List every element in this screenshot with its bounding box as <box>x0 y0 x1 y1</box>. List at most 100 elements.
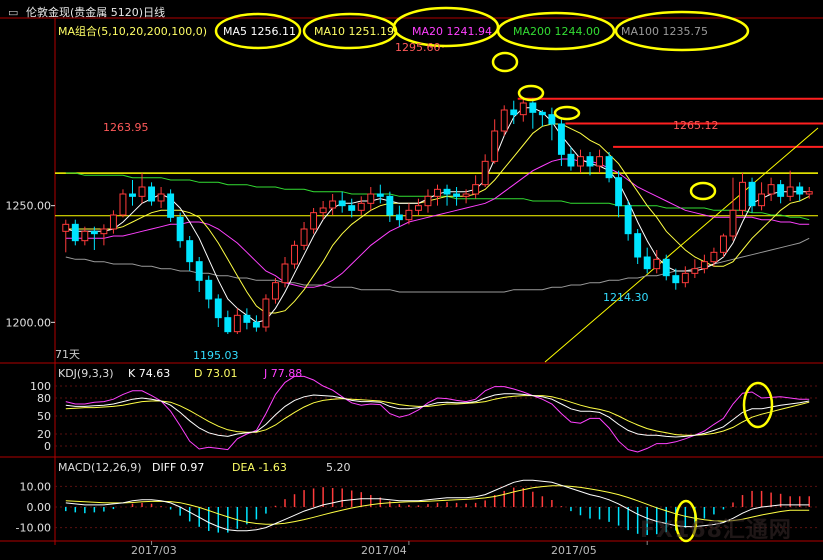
candle-up <box>577 156 584 167</box>
candle-down <box>386 195 394 216</box>
high-marker-label: 1295.60 <box>395 41 441 54</box>
candle-up <box>700 261 708 270</box>
candle-down <box>195 261 203 281</box>
x-tick-label: 2017/03 <box>131 544 177 557</box>
x-tick-label: 2017/04 <box>361 544 407 557</box>
candle-up <box>367 193 375 204</box>
candle-up <box>424 195 432 207</box>
chart-canvas: 1250.001200.00100805020010.000.00-10.00 <box>0 6 823 545</box>
ma10-legend: MA10 1251.19 <box>314 25 394 38</box>
candle-down <box>376 193 384 197</box>
candle-up <box>462 193 470 197</box>
macd-tick-label: 0.00 <box>27 501 52 514</box>
candle-down <box>338 200 346 207</box>
candle-down <box>205 279 213 300</box>
window-title: 伦敦金现(贵金属 5120)日线 <box>26 6 166 19</box>
highlight-ellipse-cross <box>689 181 717 201</box>
candle-up <box>291 244 298 265</box>
candle-up <box>81 230 89 242</box>
candle-down <box>186 240 194 263</box>
candle-up <box>500 109 508 132</box>
trend-line <box>544 127 819 363</box>
watermark: FX168汇通网 <box>640 518 792 543</box>
left-high-label: 1263.95 <box>103 121 149 134</box>
ma-group-label[interactable]: MA组合(5,10,20,200,100,0) <box>58 25 207 38</box>
candle-up <box>119 193 127 216</box>
price-tick-label: 1250.00 <box>6 200 52 213</box>
macd-tick-label: 10.00 <box>20 480 52 493</box>
candle-down <box>796 186 804 195</box>
kdj-d-line <box>65 395 810 436</box>
candle-up <box>786 186 794 197</box>
candle-up <box>691 268 699 274</box>
candle-down <box>586 156 594 167</box>
candle-up <box>758 193 766 207</box>
candle-up <box>739 181 746 211</box>
candle-down <box>252 321 260 328</box>
candle-up <box>62 223 70 232</box>
right-high-label: 1265.12 <box>673 119 719 132</box>
right-low-label: 1214.30 <box>603 291 649 304</box>
candle-down <box>567 153 575 167</box>
candle-up <box>729 209 737 237</box>
days-label: 71天 <box>55 348 80 361</box>
candle-down <box>90 230 98 235</box>
candle-down <box>71 223 79 242</box>
candle-down <box>129 193 136 197</box>
candle-down <box>748 181 756 207</box>
kdj-j-value: J 77.88 <box>264 367 303 380</box>
kdj-k-value: K 74.63 <box>128 367 171 380</box>
candle-down <box>243 314 251 323</box>
macd-tick-label: -10.00 <box>16 522 51 535</box>
candle-down <box>624 205 632 235</box>
candle-down <box>557 123 565 155</box>
kdj-label[interactable]: KDJ(9,3,3) <box>58 367 114 380</box>
candle-up <box>681 272 689 284</box>
window-icon[interactable]: ▭ <box>8 6 18 19</box>
candle-down <box>538 111 546 116</box>
candle-down <box>443 188 451 195</box>
candle-up <box>719 235 727 253</box>
candle-up <box>157 193 165 202</box>
left-low-label: 1195.03 <box>193 349 239 362</box>
candle-up <box>653 258 661 270</box>
candle-down <box>176 216 184 242</box>
candle-up <box>596 156 603 167</box>
ma100-legend: MA100 1235.75 <box>621 25 708 38</box>
candle-up <box>262 298 270 328</box>
candle-up <box>272 282 279 300</box>
candle-up <box>472 184 480 195</box>
candle-up <box>710 251 718 263</box>
macd-dea-value: DEA -1.63 <box>232 461 287 474</box>
ma20-legend: MA20 1241.94 <box>412 25 492 38</box>
candle-up <box>519 102 527 116</box>
macd-label[interactable]: MACD(12,26,9) <box>58 461 142 474</box>
candle-down <box>214 298 222 319</box>
candle-down <box>662 258 670 277</box>
candle-up <box>310 212 318 230</box>
candle-down <box>643 256 651 270</box>
candle-up <box>491 130 499 162</box>
candle-down <box>453 193 461 197</box>
highlight-ellipse-peak <box>491 51 519 73</box>
candle-down <box>395 214 403 221</box>
macd-value: 5.20 <box>326 461 351 474</box>
candle-up <box>109 214 117 230</box>
candle-down <box>548 114 556 125</box>
kdj-k-line <box>65 393 810 438</box>
candle-up <box>357 202 365 211</box>
candle-down <box>224 317 232 333</box>
candle-up <box>300 228 308 246</box>
x-tick-label: 2017/05 <box>551 544 597 557</box>
candle-up <box>233 314 241 333</box>
candle-down <box>348 205 356 211</box>
candle-down <box>615 177 623 207</box>
kdj-d-value: D 73.01 <box>194 367 238 380</box>
candle-up <box>414 205 422 211</box>
macd-diff-value: DIFF 0.97 <box>152 461 205 474</box>
ma100-line <box>65 237 810 293</box>
candle-up <box>138 186 146 197</box>
candle-up <box>100 228 108 235</box>
candle-up <box>434 188 441 197</box>
highlight-ellipse-kdj <box>742 381 774 429</box>
